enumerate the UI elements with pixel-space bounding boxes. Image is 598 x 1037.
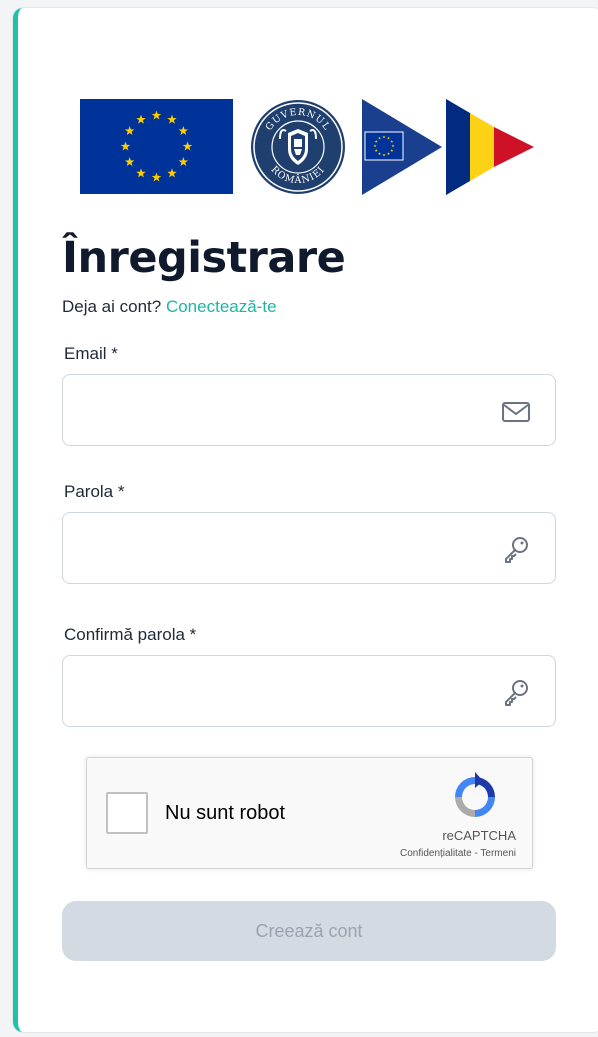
recaptcha-label: Nu sunt robot [165,802,286,824]
recaptcha-brand: reCAPTCHA [442,828,516,843]
confirm-password-input[interactable] [63,656,555,726]
envelope-icon [502,402,530,422]
registration-card: GUVERNUL ROMÂNIEI Înregistrare Deja ai c… [13,8,598,1032]
key-icon [505,680,528,706]
confirm-password-label: Confirmă parola * [64,625,197,644]
password-label: Parola * [64,482,125,501]
login-prompt-text: Deja ai cont? [62,297,166,316]
email-field [62,374,556,446]
password-input[interactable] [63,513,555,583]
email-input[interactable] [63,375,555,445]
page-title: Înregistrare [62,233,346,283]
government-seal-logo: GUVERNUL ROMÂNIEI [251,100,345,194]
email-label: Email * [64,344,118,363]
login-link[interactable]: Conectează-te [166,297,277,316]
recaptcha-icon [455,772,495,817]
logo-strip: GUVERNUL ROMÂNIEI [18,91,598,201]
create-account-button[interactable]: Creează cont [62,901,556,961]
recaptcha-privacy-terms-links[interactable]: Confidențialitate - Termeni [400,848,516,859]
romania-flag-arrow-logo [362,99,534,195]
password-field [62,512,556,584]
login-prompt: Deja ai cont? Conectează-te [62,297,277,317]
recaptcha-widget: Nu sunt robot reCAPTCHA Confidențialitat… [86,757,533,869]
key-icon [505,537,528,563]
confirm-password-field [62,655,556,727]
recaptcha-checkbox[interactable] [106,792,148,834]
eu-flag-logo [80,99,233,194]
